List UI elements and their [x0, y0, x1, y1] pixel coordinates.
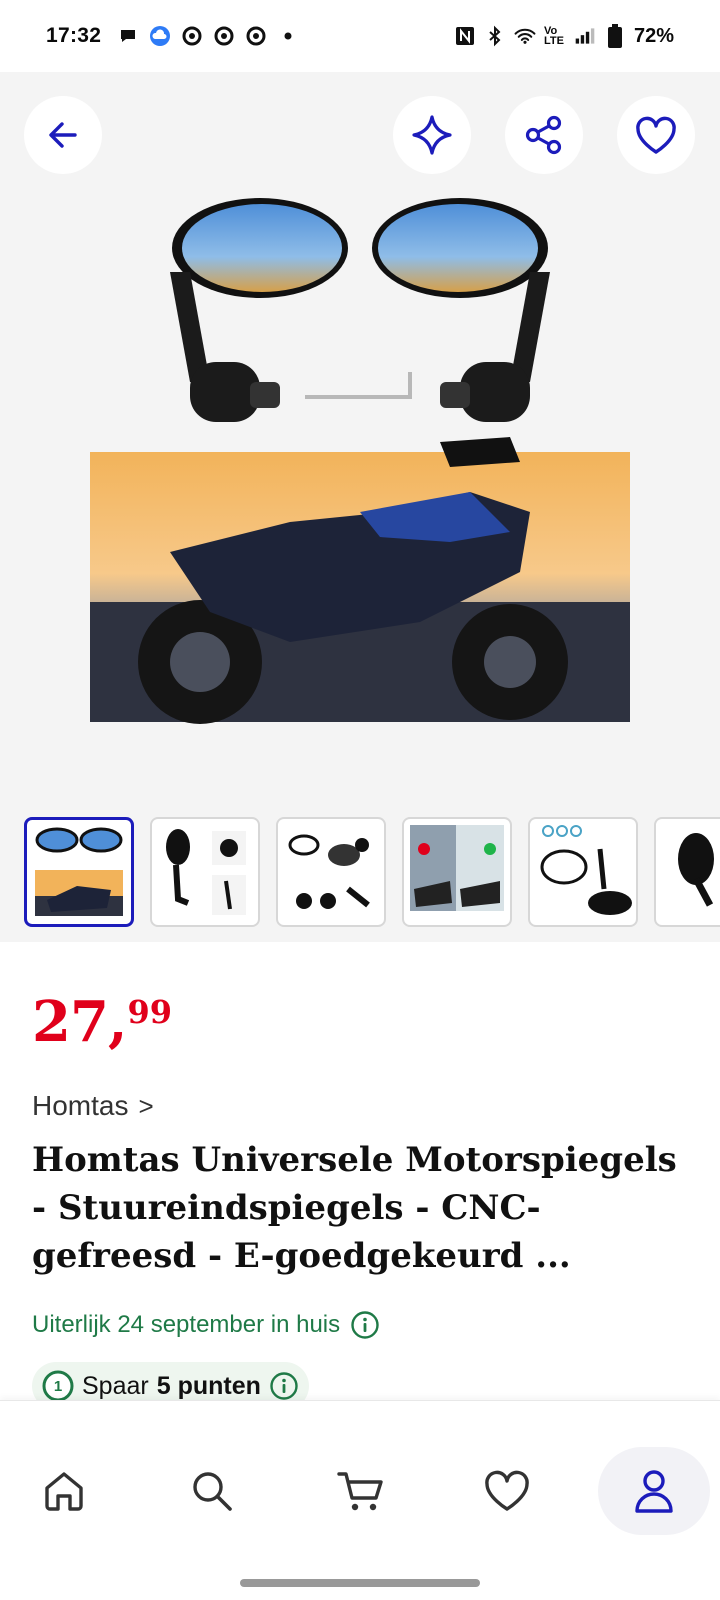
info-icon[interactable] [269, 1371, 299, 1401]
gesture-handle[interactable] [240, 1579, 480, 1587]
nav-home[interactable] [20, 1447, 108, 1535]
nav-account[interactable] [598, 1447, 710, 1535]
battery-percentage: 72% [633, 24, 674, 47]
share-icon [525, 115, 562, 155]
chrome-icon [213, 25, 235, 47]
notification-icons [117, 25, 299, 47]
cloud-icon [149, 25, 171, 47]
back-button[interactable] [24, 96, 102, 174]
home-icon [45, 1472, 83, 1511]
ai-assistant-button[interactable] [393, 96, 471, 174]
volte-icon: Vo LTE [543, 25, 564, 47]
share-button[interactable] [505, 96, 583, 174]
wifi-icon [514, 25, 536, 47]
bluetooth-icon [484, 25, 506, 47]
thumbnail-5[interactable] [528, 817, 638, 927]
product-hero [0, 72, 720, 942]
thumbnail-strip[interactable] [24, 817, 720, 929]
delivery-text: Uiterlijk 24 september in huis [32, 1311, 341, 1338]
nav-favorites[interactable] [463, 1447, 551, 1535]
nav-cart[interactable] [316, 1447, 404, 1535]
signal-icon [574, 25, 596, 47]
chevron-right-icon: > [138, 1090, 154, 1121]
thumbnail-4[interactable] [402, 817, 512, 927]
search-icon [193, 1472, 232, 1511]
dot-icon [277, 25, 299, 47]
points-value: 5 punten [156, 1371, 261, 1400]
chat-icon [117, 25, 139, 47]
heart-icon [485, 1470, 529, 1511]
points-coin-number: 1 [53, 1377, 63, 1395]
status-time: 17:32 [46, 24, 102, 47]
price-separator: , [107, 989, 128, 1055]
points-prefix: Spaar [82, 1371, 149, 1400]
heart-icon [636, 116, 676, 154]
thumbnail-2[interactable] [150, 817, 260, 927]
left-mirror [170, 198, 348, 422]
nav-search[interactable] [168, 1447, 256, 1535]
thumbnail-3[interactable] [276, 817, 386, 927]
nfc-icon [454, 25, 476, 47]
points-coin-icon: 1 [42, 1370, 74, 1402]
thumbnail-1[interactable] [24, 817, 134, 927]
price-cents: 99 [127, 993, 172, 1031]
right-mirror [372, 198, 550, 422]
brand-name: Homtas [32, 1090, 129, 1121]
back-arrow-icon [49, 122, 77, 148]
cart-icon [337, 1472, 383, 1511]
battery-icon [604, 24, 626, 48]
product-image[interactable] [90, 192, 630, 732]
status-bar: 17:32 Vo LTE 72% [0, 0, 720, 72]
chrome-icon [245, 25, 267, 47]
brand-link[interactable]: Homtas > [32, 1090, 154, 1122]
bottom-navigation [0, 1400, 720, 1600]
status-right: Vo LTE 72% [454, 24, 674, 48]
favorite-button[interactable] [617, 96, 695, 174]
product-title: Homtas Universele Motorspiegels - Stuure… [32, 1140, 677, 1276]
sparkle-icon [412, 115, 452, 155]
account-icon [635, 1470, 673, 1513]
chrome-icon [181, 25, 203, 47]
price-euros: 27 [32, 989, 109, 1055]
delivery-info: Uiterlijk 24 september in huis [32, 1310, 380, 1340]
product-price: 27 , 99 [32, 994, 172, 1050]
thumbnail-6[interactable] [654, 817, 720, 927]
info-icon[interactable] [350, 1310, 380, 1340]
